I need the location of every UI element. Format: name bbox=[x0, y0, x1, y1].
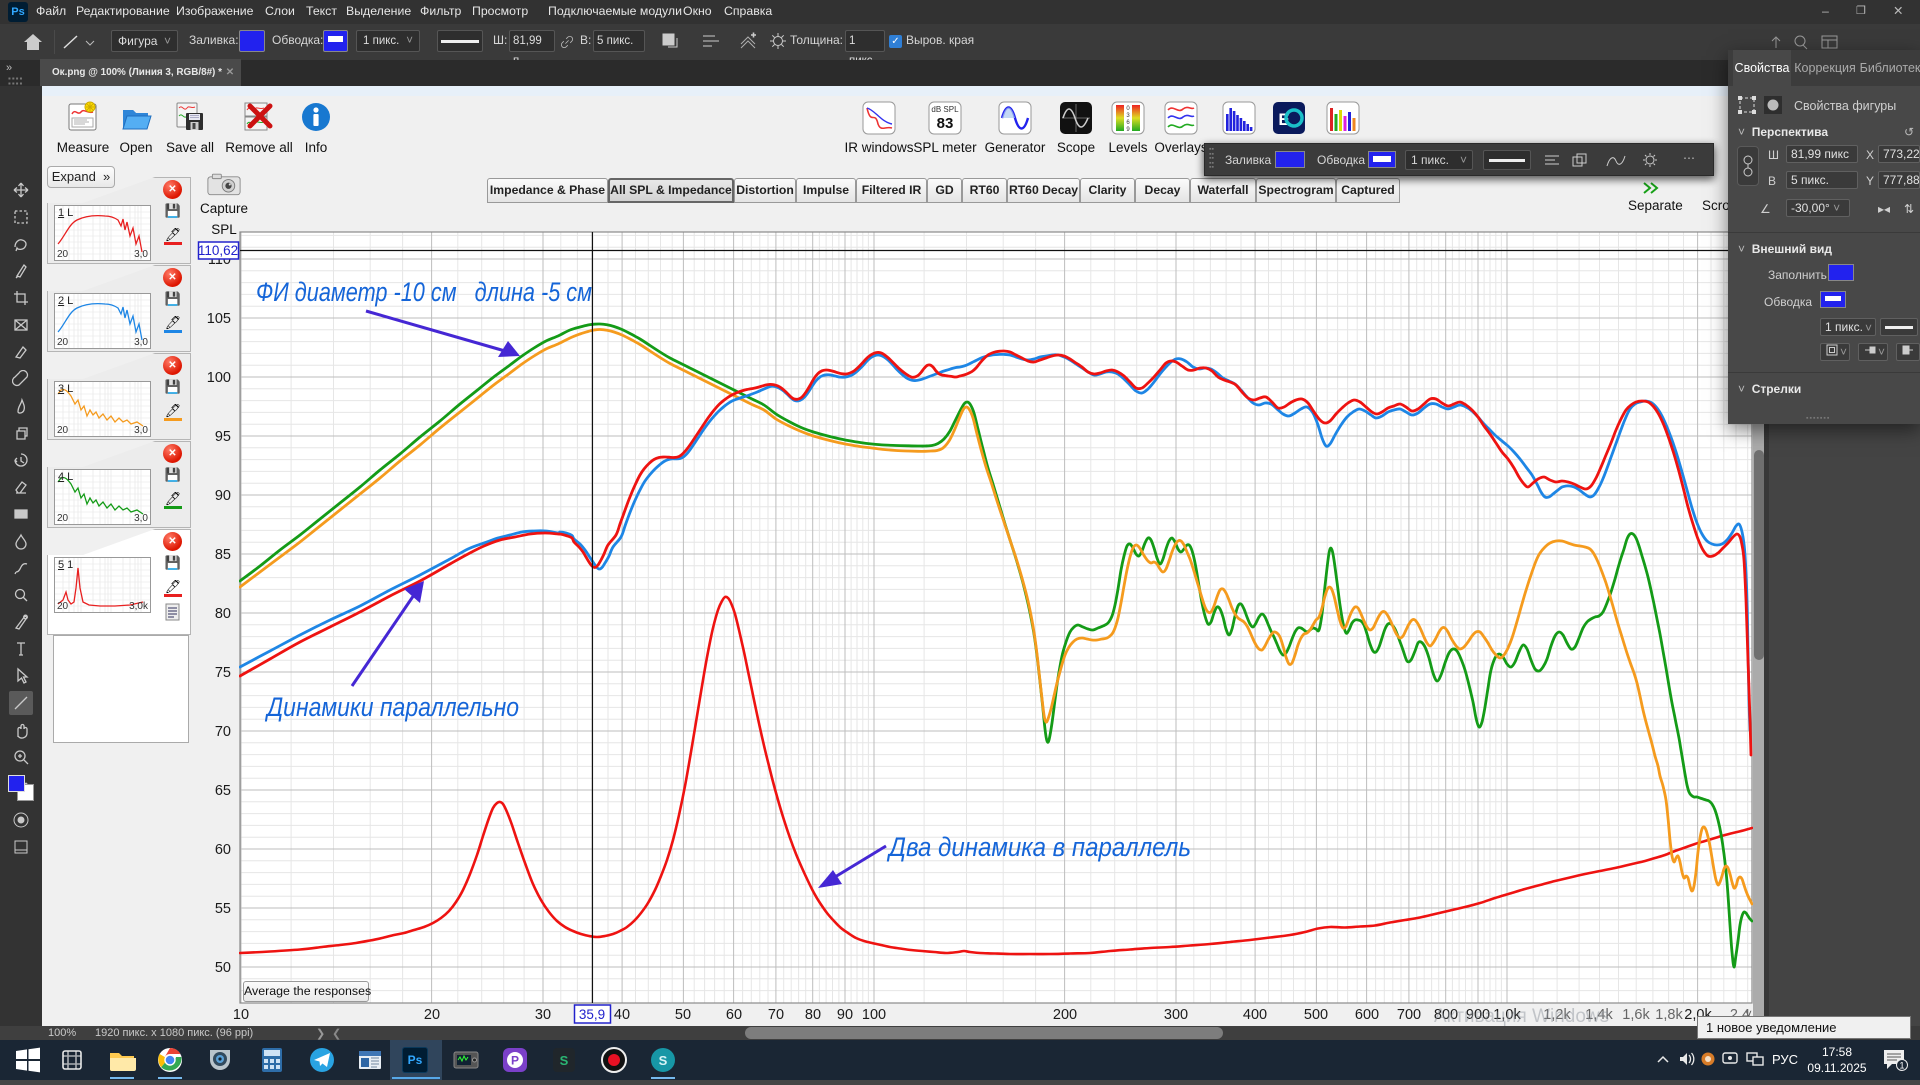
svg-text:ФИ диаметр -10 см длина -5 с: ФИ диаметр -10 см длина -5 см bbox=[256, 277, 592, 307]
svg-text:200: 200 bbox=[1053, 1007, 1077, 1023]
svg-text:P: P bbox=[511, 1054, 519, 1068]
svg-text:95: 95 bbox=[215, 429, 231, 445]
svg-text:300: 300 bbox=[1164, 1007, 1188, 1023]
svg-text:20: 20 bbox=[424, 1007, 440, 1023]
svg-text:70: 70 bbox=[768, 1007, 784, 1023]
svg-text:50: 50 bbox=[215, 960, 231, 976]
svg-text:85: 85 bbox=[215, 547, 231, 563]
svg-text:70: 70 bbox=[215, 724, 231, 740]
svg-text:55: 55 bbox=[215, 901, 231, 917]
svg-text:Активация Windows: Активация Windows bbox=[1434, 1006, 1609, 1027]
svg-text:S: S bbox=[560, 1053, 569, 1068]
svg-text:S: S bbox=[659, 1053, 668, 1068]
svg-text:Два динамика в параллель: Два динамика в параллель bbox=[886, 832, 1191, 862]
svg-text:40: 40 bbox=[614, 1007, 630, 1023]
svg-text:65: 65 bbox=[215, 783, 231, 799]
svg-text:110,62: 110,62 bbox=[198, 243, 238, 258]
svg-text:700: 700 bbox=[1397, 1007, 1421, 1023]
svg-text:80: 80 bbox=[215, 606, 231, 622]
svg-text:80: 80 bbox=[805, 1007, 821, 1023]
svg-text:Динамики параллельно: Динамики параллельно bbox=[264, 692, 519, 722]
svg-text:90: 90 bbox=[215, 488, 231, 504]
svg-text:400: 400 bbox=[1243, 1007, 1267, 1023]
svg-text:100: 100 bbox=[207, 370, 231, 386]
svg-text:105: 105 bbox=[207, 311, 231, 327]
svg-text:1,8k: 1,8k bbox=[1655, 1007, 1683, 1023]
svg-text:90: 90 bbox=[837, 1007, 853, 1023]
svg-text:75: 75 bbox=[215, 665, 231, 681]
svg-text:35,9: 35,9 bbox=[579, 1007, 605, 1022]
svg-text:100: 100 bbox=[862, 1007, 886, 1023]
svg-text:60: 60 bbox=[726, 1007, 742, 1023]
svg-text:600: 600 bbox=[1355, 1007, 1379, 1023]
svg-text:60: 60 bbox=[215, 842, 231, 858]
svg-text:1: 1 bbox=[1899, 1061, 1904, 1071]
svg-text:50: 50 bbox=[675, 1007, 691, 1023]
svg-text:10: 10 bbox=[233, 1007, 249, 1023]
svg-text:1,6k: 1,6k bbox=[1622, 1007, 1650, 1023]
svg-text:500: 500 bbox=[1304, 1007, 1328, 1023]
svg-text:30: 30 bbox=[535, 1007, 551, 1023]
